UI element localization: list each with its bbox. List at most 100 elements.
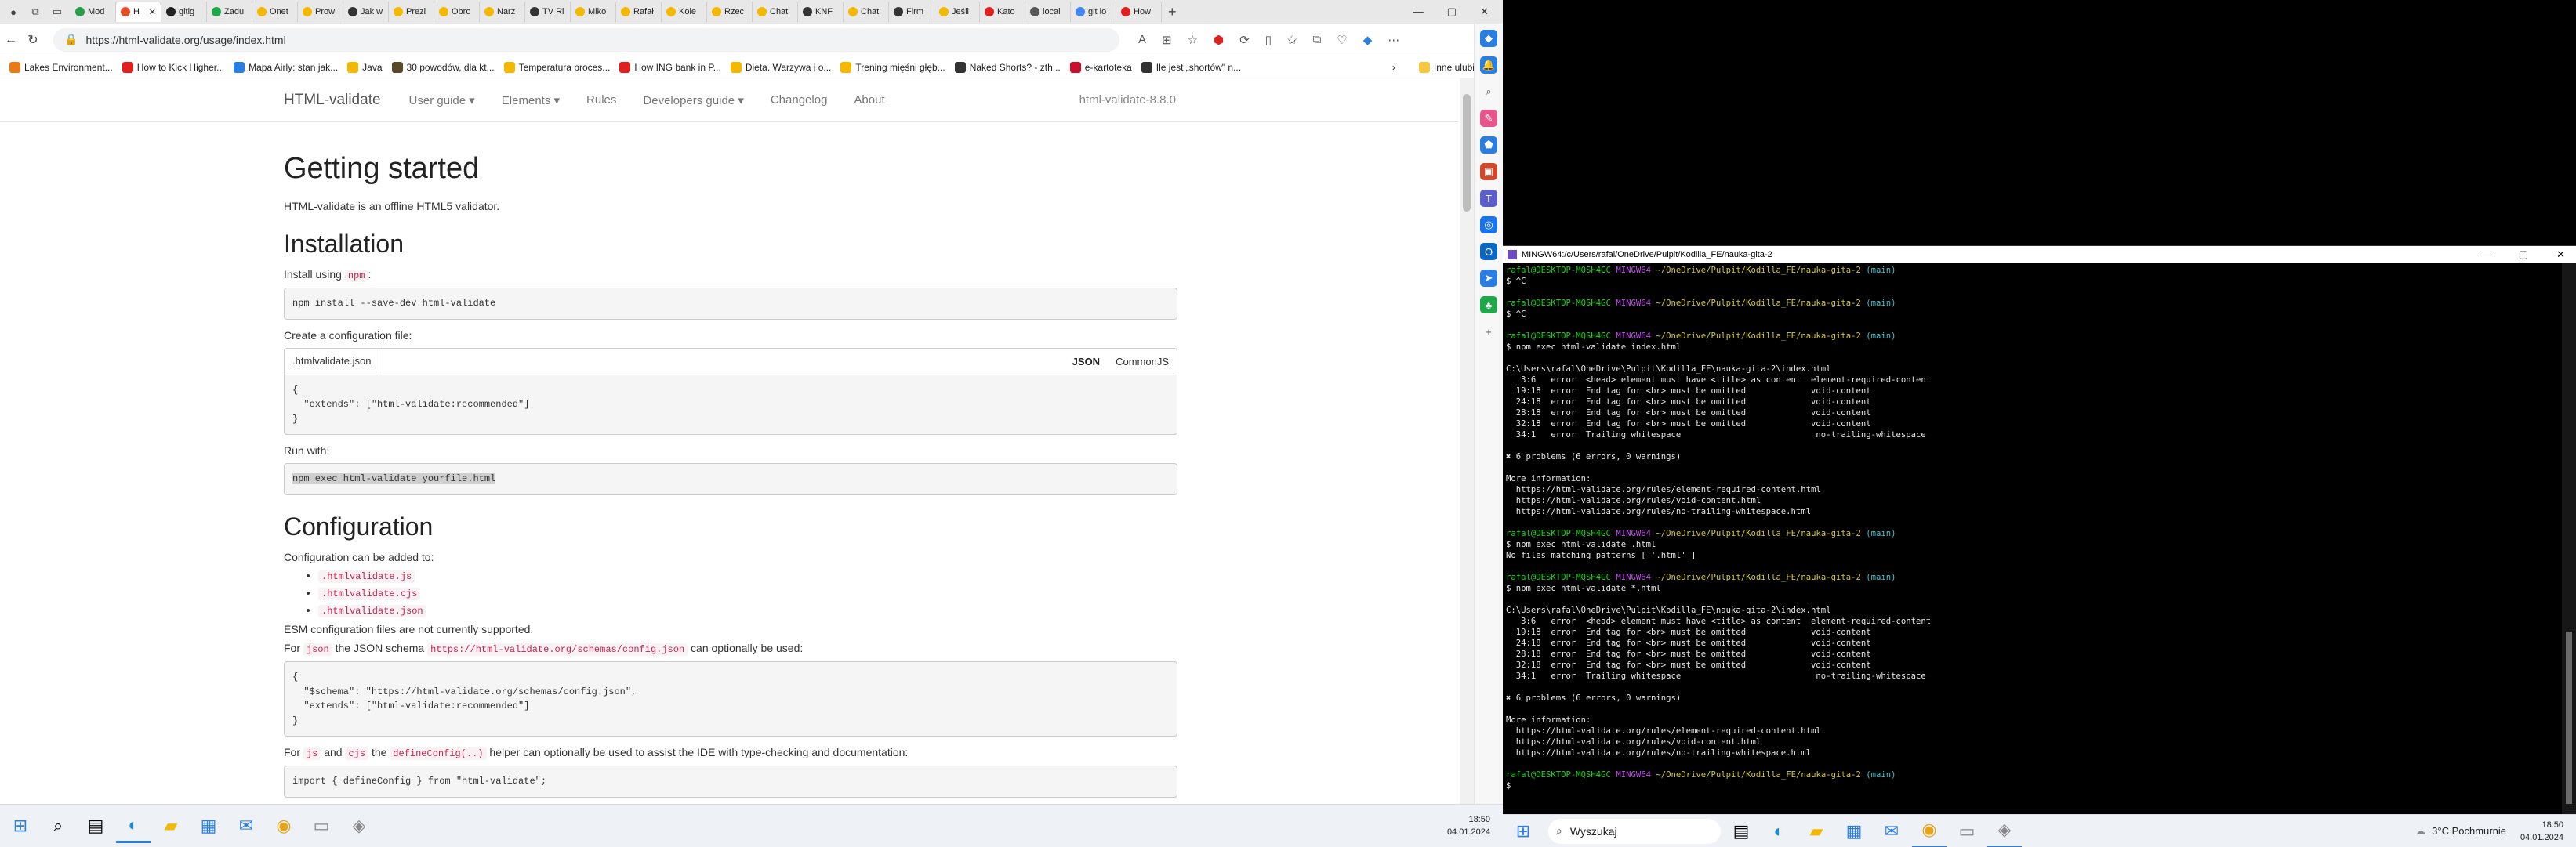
bookmark-item[interactable]: Lakes Environment... [9, 61, 113, 73]
app-icon[interactable]: ⊞ [1162, 33, 1172, 47]
browser-tab[interactable]: Chat [753, 2, 798, 22]
terminal-output[interactable]: rafal@DESKTOP-MQSH4GC MINGW64 ~/OneDrive… [1506, 265, 2556, 813]
weather-widget[interactable]: ☁ 3°C Pochmurnie [2415, 825, 2506, 838]
search-box[interactable]: ⌕ Wyszukaj [1548, 818, 1721, 844]
adblock-icon[interactable]: ⬢ [1214, 33, 1224, 47]
browser-tab[interactable]: gitig [161, 2, 207, 22]
site-brand-link[interactable]: HTML-validate [284, 92, 381, 109]
browser-tab[interactable]: KNF [798, 2, 844, 22]
file-explorer-icon[interactable]: ▰ [1799, 814, 1834, 847]
bookmark-item[interactable]: Temperatura proces... [503, 61, 610, 73]
browser-tab[interactable]: local [1025, 2, 1071, 22]
bookmark-item[interactable]: Ile jest „shortów" n... [1141, 61, 1241, 73]
browser-tab[interactable]: Narz [480, 2, 525, 22]
terminal-scrollbar[interactable] [2562, 263, 2576, 815]
browser-tab[interactable]: Chat [844, 2, 889, 22]
profile-icon[interactable]: ● [5, 3, 22, 20]
browser-tab[interactable]: Rafał [616, 2, 662, 22]
bookmark-item[interactable]: 30 powodów, dla kt... [391, 61, 495, 73]
browser-tab[interactable]: H ✕ [116, 2, 161, 22]
install-command-block[interactable]: npm install --save-dev html-validate [284, 288, 1177, 320]
tree-icon[interactable]: ♣ [1480, 296, 1497, 313]
task-view-icon[interactable]: ▤ [78, 809, 113, 843]
nav-about[interactable]: About [854, 93, 884, 107]
games-icon[interactable]: ▣ [1480, 163, 1497, 180]
edge-app-icon[interactable]: ◐ [1761, 814, 1796, 847]
search-icon[interactable]: ⌕ [41, 809, 75, 843]
bookmark-item[interactable]: Naked Shorts? - zth... [954, 61, 1061, 73]
more-menu-icon[interactable]: ⋯ [1388, 33, 1399, 47]
browser-tab[interactable]: Jeśli [934, 2, 980, 22]
bookmark-item[interactable]: Dieta. Warzywa i o... [730, 61, 831, 73]
favorite-star-icon[interactable]: ☆ [1188, 33, 1198, 47]
read-aloud-icon[interactable]: A [1138, 33, 1146, 47]
workspaces-icon[interactable]: ⧉ [27, 3, 44, 20]
git-bash-icon[interactable]: ◈ [1987, 814, 2022, 847]
extensions-icon[interactable]: ⟳ [1239, 33, 1250, 47]
maximize-button[interactable]: ▢ [1447, 5, 1457, 18]
app-icon[interactable]: ▭ [304, 809, 339, 843]
teams-icon[interactable]: T [1480, 190, 1497, 207]
chrome-icon[interactable]: ◉ [267, 809, 301, 843]
browser-tab[interactable]: Obro [434, 2, 480, 22]
browser-tab[interactable]: Rzec [707, 2, 753, 22]
browser-tab[interactable]: Miko [571, 2, 616, 22]
git-bash-icon[interactable]: ◈ [342, 809, 376, 843]
new-tab-button[interactable]: + [1168, 4, 1177, 20]
shopping-icon[interactable]: ⬟ [1480, 136, 1497, 154]
search-icon[interactable]: ⌕ [1480, 83, 1497, 100]
bookmark-item[interactable]: Trening mięśni głęb... [840, 61, 945, 73]
clock-right[interactable]: 18:50 04.01.2024 [2520, 819, 2563, 844]
terminal-close-button[interactable]: ✕ [2556, 248, 2565, 261]
task-view-icon[interactable]: ▤ [1724, 814, 1758, 847]
schema-url-link[interactable]: https://html-validate.org/schemas/config… [427, 642, 688, 656]
import-code-block[interactable]: import { defineConfig } from "html-valid… [284, 766, 1177, 798]
bookmark-item[interactable]: e-kartoteka [1069, 61, 1132, 73]
scrollbar-thumb[interactable] [1463, 94, 1471, 212]
store-icon[interactable]: ▦ [191, 809, 226, 843]
bookmark-item[interactable]: Java [347, 61, 383, 73]
clock-left[interactable]: 18:50 04.01.2024 [1447, 813, 1490, 838]
copilot-icon[interactable]: ◆ [1363, 33, 1373, 47]
nav-user-guide[interactable]: User guide ▾ [409, 93, 475, 107]
outlook-icon[interactable]: O [1480, 243, 1497, 260]
terminal-scrollbar-thumb[interactable] [2566, 632, 2572, 804]
start-icon[interactable]: ⊞ [1506, 814, 1540, 847]
close-button[interactable]: ✕ [1480, 5, 1489, 18]
app-icon[interactable]: ▭ [1950, 814, 1984, 847]
send-icon[interactable]: ➤ [1480, 270, 1497, 287]
split-screen-icon[interactable]: ▯ [1265, 33, 1272, 47]
browser-tab[interactable]: Prow [298, 2, 343, 22]
browser-tab[interactable]: Firm [889, 2, 934, 22]
mail-icon[interactable]: ✉ [229, 809, 263, 843]
schema-code-block[interactable]: { "$schema": "https://html-validate.org/… [284, 661, 1177, 737]
browser-tab[interactable]: Kato [980, 2, 1025, 22]
refresh-icon[interactable]: ↻ [22, 32, 44, 48]
mail-icon[interactable]: ✉ [1874, 814, 1909, 847]
browser-tab[interactable]: How [1116, 2, 1162, 22]
nav-elements[interactable]: Elements ▾ [502, 93, 560, 107]
start-icon[interactable]: ⊞ [3, 809, 38, 843]
back-icon[interactable]: ← [0, 33, 22, 47]
terminal-minimize-button[interactable]: — [2480, 248, 2491, 261]
collections-icon[interactable]: ⧉ [1313, 33, 1322, 47]
m365-icon[interactable]: ◎ [1480, 216, 1497, 233]
browser-tab[interactable]: Zadu [207, 2, 252, 22]
file-explorer-icon[interactable]: ▰ [154, 809, 188, 843]
copilot-sidebar-icon[interactable]: ◆ [1480, 30, 1497, 47]
close-tab-icon[interactable]: ✕ [149, 7, 156, 17]
run-command-block[interactable]: npm exec html-validate yourfile.html [284, 463, 1177, 495]
terminal-maximize-button[interactable]: ▢ [2519, 248, 2528, 261]
browser-tab[interactable]: Mod [71, 2, 116, 22]
nav-changelog[interactable]: Changelog [771, 93, 828, 107]
browser-tab[interactable]: Onet [252, 2, 298, 22]
tab-commonjs[interactable]: CommonJS [1116, 356, 1169, 367]
favorites-icon[interactable]: ✩ [1287, 33, 1297, 47]
performance-icon[interactable]: ♡ [1337, 33, 1347, 47]
config-code-block[interactable]: { "extends": ["html-validate:recommended… [284, 374, 1177, 436]
chrome-icon[interactable]: ◉ [1912, 814, 1947, 847]
add-icon[interactable]: + [1480, 323, 1497, 340]
nav-developers-guide[interactable]: Developers guide ▾ [643, 93, 743, 107]
edge-app-icon[interactable]: ◐ [116, 809, 151, 843]
bookmark-item[interactable]: Mapa Airly: stan jak... [234, 61, 338, 73]
